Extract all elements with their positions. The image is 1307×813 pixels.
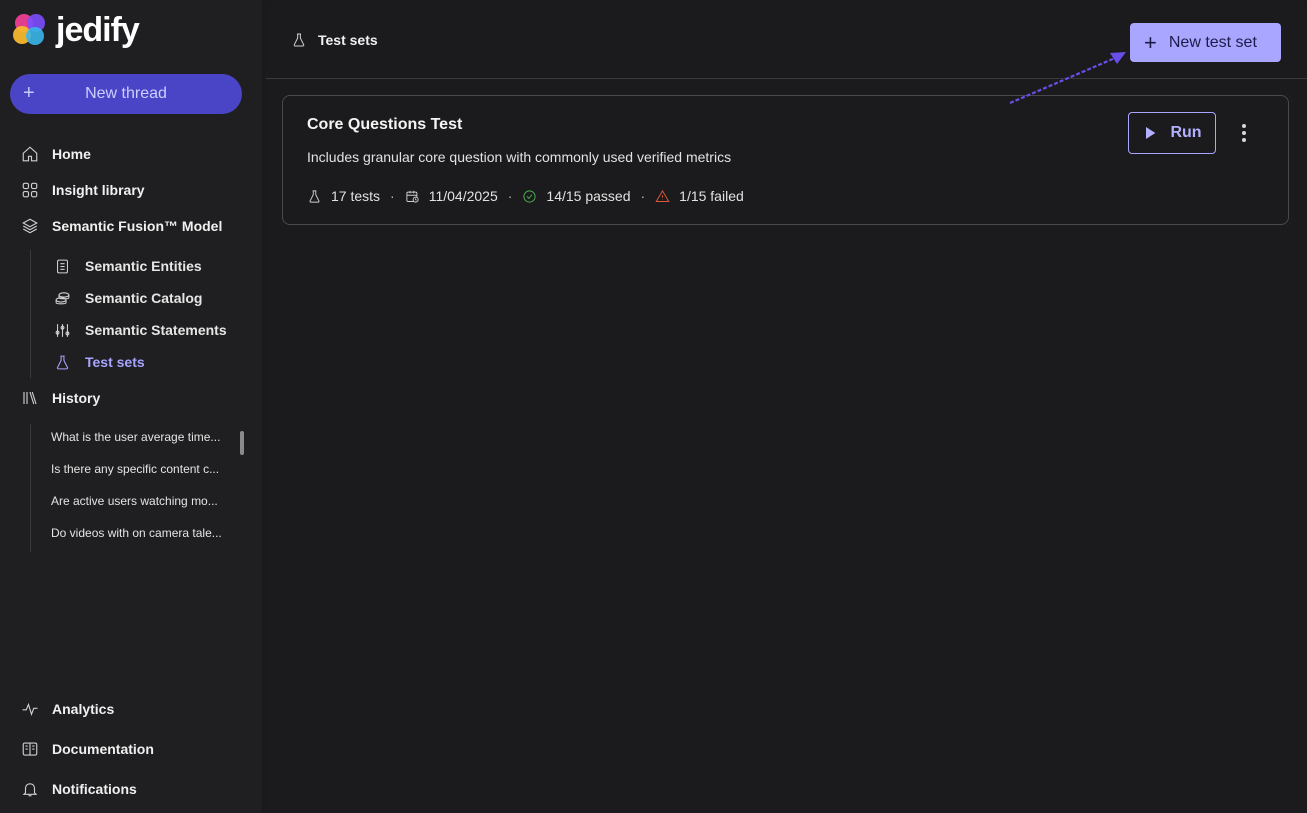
calendar-clock-icon	[406, 190, 419, 203]
logo-icon	[13, 14, 45, 45]
main-panel: Test sets + New test set Core Questions …	[266, 6, 1307, 813]
home-icon	[20, 144, 40, 164]
nav-insight-library-label: Insight library	[52, 182, 145, 198]
sub-item-semantic-entities[interactable]: Semantic Entities	[52, 255, 202, 277]
passed-count: 14/15 passed	[522, 188, 630, 204]
flask-icon	[309, 189, 320, 203]
nav-insight-library[interactable]: Insight library	[20, 178, 145, 202]
plus-icon: +	[1144, 29, 1157, 55]
new-test-set-label: New test set	[1168, 33, 1257, 51]
history-item[interactable]: Do videos with on camera tale...	[51, 526, 236, 544]
nav-documentation-label: Documentation	[52, 741, 154, 757]
new-thread-label: New thread	[85, 85, 167, 102]
history-item[interactable]: What is the user average time...	[51, 430, 236, 448]
grid-icon	[20, 180, 40, 200]
history-scrollbar[interactable]	[240, 431, 244, 455]
sidebar: jedify + New thread Home Insight library…	[0, 0, 262, 813]
flask-icon	[293, 33, 305, 47]
warning-icon	[655, 189, 670, 202]
test-set-meta: 17 tests · 11/04/2025 · 14/15 passed · 1…	[307, 188, 744, 204]
test-date: 11/04/2025	[405, 188, 498, 204]
sub-item-label: Test sets	[85, 354, 145, 370]
sub-item-semantic-catalog[interactable]: Semantic Catalog	[52, 287, 202, 309]
run-button[interactable]: Run	[1128, 112, 1216, 154]
bell-icon	[20, 779, 40, 799]
separator-dot: ·	[507, 188, 513, 204]
run-label: Run	[1170, 124, 1202, 141]
new-thread-button[interactable]: + New thread	[10, 74, 242, 114]
breadcrumb-label: Test sets	[318, 32, 378, 48]
check-circle-icon	[523, 189, 536, 203]
sub-item-label: Semantic Statements	[85, 322, 227, 338]
separator-dot: ·	[640, 188, 646, 204]
history-item[interactable]: Are active users watching mo...	[51, 494, 236, 512]
nav-notifications[interactable]: Notifications	[20, 777, 137, 801]
nav-analytics-label: Analytics	[52, 701, 115, 717]
flask-icon	[52, 352, 72, 372]
activity-icon	[20, 699, 40, 719]
test-set-description: Includes granular core question with com…	[307, 149, 732, 165]
failed-count: 1/15 failed	[655, 188, 744, 204]
nav-history-label: History	[52, 390, 101, 406]
failed-label: 1/15 failed	[679, 188, 744, 204]
passed-label: 14/15 passed	[546, 188, 631, 204]
layers-icon	[20, 216, 40, 236]
more-options-icon[interactable]	[1231, 120, 1257, 146]
nav-documentation[interactable]: Documentation	[20, 737, 154, 761]
nav-home-label: Home	[52, 146, 91, 162]
nav-analytics[interactable]: Analytics	[20, 697, 114, 721]
test-date-label: 11/04/2025	[428, 188, 498, 204]
new-test-set-button[interactable]: + New test set	[1130, 23, 1281, 62]
history-line	[30, 424, 31, 552]
nav-home[interactable]: Home	[20, 142, 91, 166]
nav-semantic-fusion-label: Semantic Fusion™ Model	[52, 218, 223, 234]
sliders-icon	[52, 320, 72, 340]
play-icon	[1146, 127, 1156, 139]
logo-text: jedify	[56, 10, 140, 49]
nav-history[interactable]: History	[20, 386, 100, 410]
sub-item-label: Semantic Catalog	[85, 290, 203, 306]
sub-item-semantic-statements[interactable]: Semantic Statements	[52, 319, 227, 341]
tests-count: 17 tests	[307, 188, 380, 204]
library-icon	[20, 388, 40, 408]
top-bar: Test sets + New test set	[266, 6, 1307, 79]
nav-notifications-label: Notifications	[52, 781, 137, 797]
test-set-title: Core Questions Test	[307, 116, 463, 133]
tests-count-label: 17 tests	[331, 188, 381, 204]
book-icon	[20, 739, 40, 759]
coins-icon	[52, 288, 72, 308]
app-window: jedify + New thread Home Insight library…	[0, 0, 1307, 813]
test-set-card[interactable]: Core Questions Test Includes granular co…	[282, 95, 1289, 225]
sub-nav-line	[30, 250, 31, 378]
breadcrumb: Test sets	[291, 32, 378, 48]
document-icon	[52, 256, 72, 276]
sub-item-label: Semantic Entities	[85, 258, 202, 274]
sub-item-test-sets[interactable]: Test sets	[52, 351, 145, 373]
nav-semantic-fusion[interactable]: Semantic Fusion™ Model	[20, 214, 222, 238]
history-item[interactable]: Is there any specific content c...	[51, 462, 236, 480]
jedify-logo[interactable]: jedify	[10, 10, 140, 50]
separator-dot: ·	[390, 188, 395, 204]
